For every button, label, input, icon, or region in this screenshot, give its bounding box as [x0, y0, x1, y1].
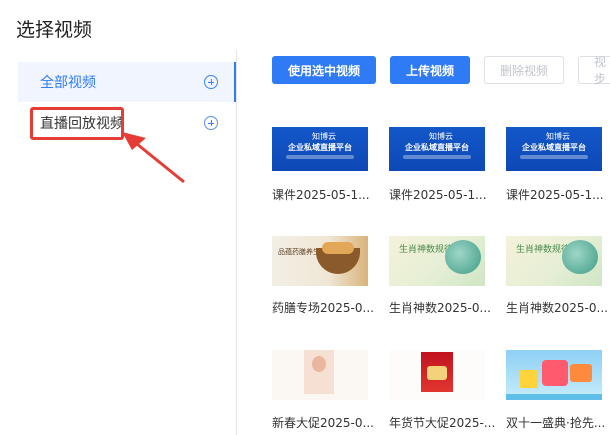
video-caption: 年货节大促2025-... [389, 416, 496, 430]
annotation-highlight-box [30, 107, 124, 140]
thumbnail-subline [520, 155, 588, 159]
upload-button[interactable]: 上传视频 [390, 56, 470, 84]
video-card[interactable] [272, 350, 368, 400]
video-thumbnail: 知博云 企业私域直播平台 [389, 127, 485, 171]
thumbnail-image [506, 394, 602, 400]
video-thumbnail [506, 350, 602, 400]
video-thumbnail [389, 350, 485, 400]
add-circle-icon[interactable] [204, 116, 218, 130]
video-caption: 生肖神数2025-0... [389, 301, 491, 315]
dialog-title: 选择视频 [16, 19, 93, 41]
video-thumbnail: 生肖神数规律学 [506, 236, 602, 286]
thumbnail-headline: 企业私域直播平台 [288, 143, 352, 152]
video-thumbnail [272, 350, 368, 400]
brand-logo-text: 知博云 [429, 132, 453, 141]
video-caption: 生肖神数2025-0... [506, 301, 608, 315]
video-card[interactable]: 品蕴药膳养生食焕 [272, 236, 368, 286]
video-thumbnail: 品蕴药膳养生食焕 [272, 236, 368, 286]
video-card[interactable]: 生肖神数规律学 [389, 236, 485, 286]
brand-logo-text: 知博云 [546, 132, 570, 141]
sidebar-item-all-videos[interactable]: 全部视频 [18, 62, 236, 102]
thumbnail-subline [286, 155, 354, 159]
thumbnail-image [322, 242, 354, 254]
use-selected-button[interactable]: 使用选中视频 [272, 56, 376, 84]
thumbnail-subline [403, 155, 471, 159]
video-card[interactable] [506, 350, 602, 400]
thumbnail-image [304, 350, 334, 394]
video-card[interactable]: 知博云 企业私域直播平台 [506, 127, 602, 171]
video-card[interactable]: 知博云 企业私域直播平台 [272, 127, 368, 171]
video-caption: 新春大促2025-0... [272, 416, 374, 430]
more-toolbar-button[interactable]: 视步 [578, 55, 610, 86]
panel-divider [236, 50, 237, 435]
video-caption: 课件2025-05-1... [272, 188, 370, 202]
video-card[interactable]: 生肖神数规律学 [506, 236, 602, 286]
video-caption: 双十一盛典·抢先... [506, 416, 606, 430]
thumbnail-headline: 企业私域直播平台 [522, 143, 586, 152]
thumbnail-image [542, 360, 568, 386]
add-circle-icon[interactable] [204, 75, 218, 89]
video-card[interactable]: 知博云 企业私域直播平台 [389, 127, 485, 171]
video-caption: 药膳专场2025-0... [272, 301, 374, 315]
video-caption: 课件2025-05-1... [506, 188, 604, 202]
video-thumbnail: 生肖神数规律学 [389, 236, 485, 286]
thumbnail-image [562, 240, 598, 274]
brand-logo-text: 知博云 [312, 132, 336, 141]
annotation-arrow-icon [122, 132, 185, 184]
thumbnail-image [445, 240, 481, 274]
thumbnail-image [520, 370, 538, 388]
video-thumbnail: 知博云 企业私域直播平台 [506, 127, 602, 171]
video-card[interactable] [389, 350, 485, 400]
thumbnail-image [421, 352, 453, 392]
thumbnail-headline: 企业私域直播平台 [405, 143, 469, 152]
sidebar-item-label: 全部视频 [40, 75, 96, 91]
video-caption: 课件2025-05-1... [389, 188, 487, 202]
delete-button[interactable]: 删除视频 [484, 56, 564, 84]
cart-icon [570, 364, 592, 382]
video-thumbnail: 知博云 企业私域直播平台 [272, 127, 368, 171]
